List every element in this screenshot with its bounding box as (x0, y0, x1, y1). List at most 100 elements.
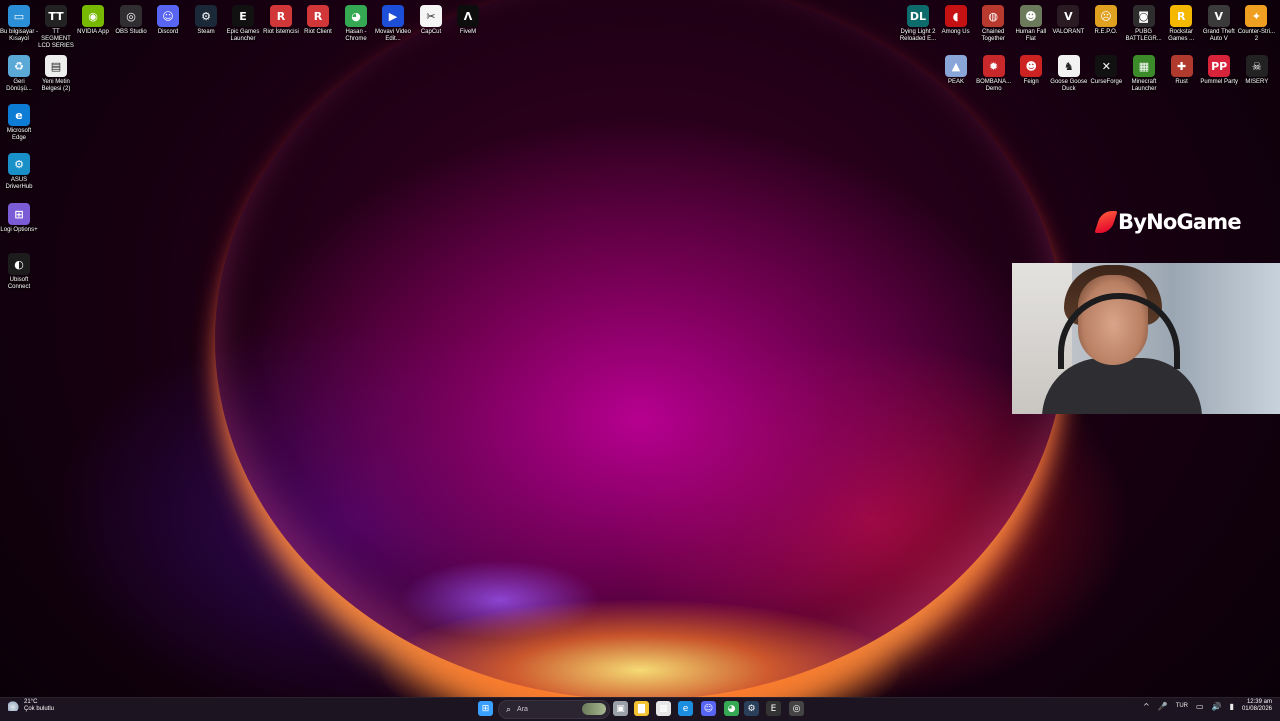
desktop-shortcut[interactable]: ▲ PEAK (937, 55, 975, 86)
repo-icon: ☹ (1095, 5, 1117, 27)
desktop-shortcut-label: Riot İstemcisi (263, 29, 299, 35)
desktop-shortcut[interactable]: ◎ OBS Studio (112, 5, 150, 36)
desktop-shortcut[interactable]: ♞ Goose Goose Duck (1050, 55, 1088, 93)
bynogame-watermark: ByNoGame (1094, 210, 1242, 234)
volume-icon[interactable]: 🔊 (1212, 702, 1222, 711)
rockstar-icon: R (1170, 5, 1193, 27)
weather-widget[interactable]: 21°C Çok bulutlu (8, 699, 54, 713)
desktop-shortcut[interactable]: ▦ Minecraft Launcher (1125, 55, 1163, 93)
desktop-shortcut[interactable]: Λ FiveM (449, 5, 487, 36)
desktop-shortcut-label: NVIDIA App (77, 29, 109, 35)
desktop-shortcut[interactable]: e Microsoft Edge (0, 104, 38, 142)
desktop-shortcut[interactable]: TT TT SEGMENT LCD SERIES (37, 5, 75, 50)
desktop-shortcut[interactable]: ⊞ Logi Options+ (0, 203, 38, 234)
taskbar-search[interactable]: ⌕ Ara (498, 700, 610, 719)
microphone-icon[interactable]: 🎤 (1158, 702, 1168, 711)
desktop-shortcut[interactable]: PP Pummel Party (1200, 55, 1238, 86)
desktop-shortcut-label: Riot Client (304, 29, 332, 35)
desktop-shortcut-label: OBS Studio (115, 29, 147, 35)
start-button[interactable]: ⊞ (478, 701, 493, 716)
desktop-shortcut[interactable]: ◖ Among Us (937, 5, 975, 36)
desktop-shortcut[interactable]: V VALORANT (1049, 5, 1087, 36)
desktop-shortcut[interactable]: ◍ Chained Together (974, 5, 1012, 43)
desktop-shortcut[interactable]: ☠ MISERY (1238, 55, 1276, 86)
store-icon[interactable]: ▦ (656, 701, 671, 716)
misery-icon: ☠ (1245, 55, 1268, 77)
nvidia-icon: ◉ (82, 5, 104, 27)
asus-driverhub-icon: ⚙ (8, 153, 30, 175)
search-placeholder: Ara (517, 706, 528, 713)
desktop-shortcut-label: Among Us (941, 29, 970, 35)
network-icon[interactable]: ▭ (1196, 702, 1204, 711)
desktop-shortcut-label: Ubisoft Connect (7, 277, 31, 290)
desktop-shortcut[interactable]: ✚ Rust (1163, 55, 1201, 86)
desktop-shortcut-label: Dying Light 2 Reloaded E... (899, 29, 937, 42)
desktop-shortcut-label: Feign (1023, 79, 1039, 85)
desktop-shortcut[interactable]: ♻ Geri Dönüşü... (0, 55, 38, 93)
desktop-shortcut-label: BOMBANA... Demo (976, 79, 1012, 92)
task-view-icon[interactable]: ▣ (613, 701, 628, 716)
logi-options-icon: ⊞ (8, 203, 30, 225)
edge-taskbar-icon[interactable]: e (678, 701, 693, 716)
pubg-icon: ◙ (1132, 5, 1155, 27)
search-highlight-image (582, 703, 606, 715)
chrome-taskbar-icon[interactable]: ◕ (724, 701, 739, 716)
search-icon: ⌕ (506, 704, 512, 715)
cloud-icon (8, 701, 20, 711)
riot-icon: R (270, 5, 292, 27)
chained-together-icon: ◍ (982, 5, 1005, 27)
desktop-shortcut-label: ASUS DriverHub (5, 177, 33, 190)
tray-overflow-chevron-icon[interactable]: ^ (1143, 702, 1150, 711)
epic-taskbar-icon[interactable]: E (766, 701, 781, 716)
fivem-icon: Λ (457, 5, 479, 27)
ubisoft-icon: ◐ (8, 253, 30, 275)
edge-icon: e (8, 104, 30, 126)
desktop-shortcut[interactable]: ▶ Movavi Video Edit... (374, 5, 412, 43)
desktop-shortcut-label: Logi Options+ (0, 227, 38, 233)
wallpaper-glow-ring (215, 0, 1065, 697)
movavi-icon: ▶ (382, 5, 404, 27)
desktop-shortcut[interactable]: ☹ R.E.P.O. (1087, 5, 1125, 36)
desktop-shortcut[interactable]: ✂ CapCut (412, 5, 450, 36)
desktop-shortcut[interactable]: ✕ CurseForge (1087, 55, 1125, 86)
battery-icon[interactable]: ▮ (1230, 702, 1234, 711)
clock-time: 12:39 am (1246, 699, 1272, 705)
desktop-shortcut[interactable]: ▭ Bu bilgisayar - Kısayol (0, 5, 38, 43)
desktop-shortcut[interactable]: V Grand Theft Auto V (1200, 5, 1238, 43)
desktop-shortcut[interactable]: ◕ Hasan - Chrome (337, 5, 375, 43)
desktop-shortcut[interactable]: ☻ Human Fall Flat (1012, 5, 1050, 43)
desktop-shortcut[interactable]: ◐ Ubisoft Connect (0, 253, 38, 291)
discord-taskbar-icon[interactable]: ☺ (701, 701, 716, 716)
rust-icon: ✚ (1170, 55, 1193, 77)
desktop-shortcut[interactable]: ⚙ Steam (187, 5, 225, 36)
computer-icon: ▭ (8, 5, 30, 27)
desktop-shortcut-label: Grand Theft Auto V (1202, 29, 1235, 42)
obs-taskbar-icon[interactable]: ◎ (789, 701, 804, 716)
recycle-bin-icon: ♻ (8, 55, 30, 77)
desktop-shortcut[interactable]: ☺ Discord (149, 5, 187, 36)
file-explorer-icon[interactable]: ▇ (634, 701, 649, 716)
clock[interactable]: 12:39 am 01/08/2026 (1242, 699, 1272, 713)
dying-light-icon: DL (907, 5, 929, 27)
desktop-shortcut[interactable]: R Riot Client (299, 5, 337, 36)
text-document-icon: ▤ (45, 55, 67, 77)
desktop-shortcut[interactable]: ✦ Counter-Stri... 2 (1237, 5, 1275, 43)
minecraft-icon: ▦ (1133, 55, 1155, 77)
desktop-shortcut[interactable]: R Rockstar Games ... (1162, 5, 1200, 43)
desktop-shortcut-label: Steam (197, 29, 215, 35)
desktop-shortcut[interactable]: ◉ NVIDIA App (74, 5, 112, 36)
desktop-shortcut-label: Minecraft Launcher (1131, 79, 1157, 92)
desktop-shortcut[interactable]: R Riot İstemcisi (262, 5, 300, 36)
steam-taskbar-icon[interactable]: ⚙ (744, 701, 759, 716)
desktop-shortcut[interactable]: DL Dying Light 2 Reloaded E... (899, 5, 937, 43)
peak-icon: ▲ (945, 55, 967, 77)
desktop-shortcut-label: Rockstar Games ... (1168, 29, 1195, 42)
language-indicator[interactable]: TUR (1176, 703, 1188, 709)
desktop-shortcut[interactable]: ✹ BOMBANA... Demo (975, 55, 1013, 93)
desktop-shortcut[interactable]: ☻ Feign (1012, 55, 1050, 86)
desktop-shortcut[interactable]: ◙ PUBG BATTLEGR... (1125, 5, 1163, 43)
desktop-shortcut-label: Discord (157, 29, 179, 35)
desktop-shortcut[interactable]: ▤ Yeni Metin Belgesi (2) (37, 55, 75, 93)
desktop-shortcut[interactable]: ⚙ ASUS DriverHub (0, 153, 38, 191)
desktop-shortcut[interactable]: E Epic Games Launcher (224, 5, 262, 43)
